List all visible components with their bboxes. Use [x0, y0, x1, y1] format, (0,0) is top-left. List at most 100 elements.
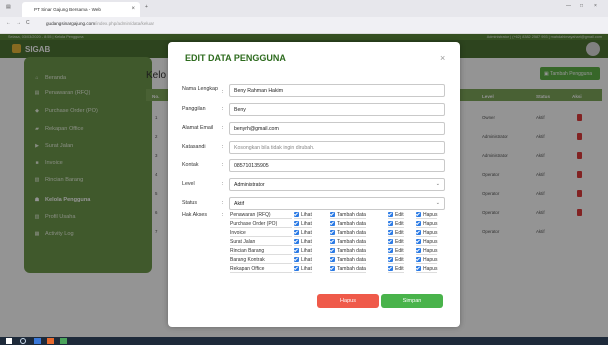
permission-hapus[interactable]: Hapus	[416, 221, 438, 228]
permission-lihat[interactable]: Lihat	[294, 212, 312, 219]
permission-tambah[interactable]: Tambah data	[330, 257, 366, 264]
email-field[interactable]: benyrh@gmail.com	[229, 122, 445, 135]
hak-akses-label: Hak Akses	[182, 212, 208, 218]
permission-lihat[interactable]: Lihat	[294, 230, 312, 237]
permission-tambah[interactable]: Tambah data	[330, 239, 366, 246]
permission-lihat[interactable]: Lihat	[294, 239, 312, 246]
permission-lihat-label: Lihat	[301, 230, 312, 236]
modal-close-icon[interactable]: ×	[440, 53, 445, 63]
permission-hapus-label: Hapus	[423, 221, 438, 227]
nama-lengkap-field[interactable]: Beny Rahman Hakim	[229, 84, 445, 97]
checkbox-checked-icon	[388, 257, 393, 262]
permission-edit[interactable]: Edit	[388, 266, 404, 273]
permission-edit[interactable]: Edit	[388, 257, 404, 264]
status-select[interactable]: Aktif ⌄	[229, 197, 445, 210]
app-icon[interactable]	[60, 338, 67, 344]
permission-hapus[interactable]: Hapus	[416, 257, 438, 264]
permission-hapus[interactable]: Hapus	[416, 230, 438, 237]
permission-tambah[interactable]: Tambah data	[330, 221, 366, 228]
checkbox-checked-icon	[388, 221, 393, 226]
minimize-icon[interactable]: —	[566, 3, 571, 9]
permission-lihat[interactable]: Lihat	[294, 266, 312, 273]
checkbox-checked-icon	[294, 257, 299, 262]
save-button[interactable]: Simpan	[381, 294, 443, 308]
checkbox-checked-icon	[294, 266, 299, 271]
app-icon[interactable]	[47, 338, 54, 344]
permission-lihat-label: Lihat	[301, 239, 312, 245]
permission-lihat-label: Lihat	[301, 257, 312, 263]
panggilan-label: Panggilan	[182, 106, 206, 112]
window-menu-icon[interactable]: ▤	[6, 4, 11, 10]
permission-tambah[interactable]: Tambah data	[330, 248, 366, 255]
permission-tambah[interactable]: Tambah data	[330, 266, 366, 273]
search-icon[interactable]	[20, 338, 26, 344]
permission-edit[interactable]: Edit	[388, 248, 404, 255]
permission-hapus[interactable]: Hapus	[416, 266, 438, 273]
permission-module: Penawaran (RFQ)	[230, 212, 292, 219]
back-icon[interactable]: ←	[6, 20, 11, 26]
checkbox-checked-icon	[330, 212, 335, 217]
panggilan-field[interactable]: Beny	[229, 103, 445, 116]
start-icon[interactable]	[6, 338, 12, 344]
permission-tambah-label: Tambah data	[337, 212, 366, 218]
kontak-field[interactable]: 085710135905	[229, 159, 445, 172]
permission-module: Rincian Barang	[230, 248, 292, 255]
permission-edit[interactable]: Edit	[388, 239, 404, 246]
new-tab-icon[interactable]: +	[145, 4, 148, 10]
permission-tambah[interactable]: Tambah data	[330, 230, 366, 237]
permission-edit-label: Edit	[395, 230, 404, 236]
permission-hapus[interactable]: Hapus	[416, 212, 438, 219]
maximize-icon[interactable]: □	[580, 3, 583, 9]
katasandi-label: Katasandi	[182, 144, 206, 150]
permission-lihat-label: Lihat	[301, 221, 312, 227]
permission-module: Purchase Order (PO)	[230, 221, 292, 228]
checkbox-checked-icon	[294, 248, 299, 253]
permission-hapus-label: Hapus	[423, 266, 438, 272]
permission-edit-label: Edit	[395, 212, 404, 218]
checkbox-checked-icon	[416, 212, 421, 217]
checkbox-checked-icon	[416, 221, 421, 226]
permission-lihat[interactable]: Lihat	[294, 221, 312, 228]
permission-tambah[interactable]: Tambah data	[330, 212, 366, 219]
checkbox-checked-icon	[416, 248, 421, 253]
permission-lihat[interactable]: Lihat	[294, 257, 312, 264]
level-label: Level	[182, 181, 195, 187]
forward-icon[interactable]: →	[16, 20, 21, 26]
tab-close-icon[interactable]: ×	[131, 6, 135, 12]
permission-hapus[interactable]: Hapus	[416, 248, 438, 255]
checkbox-checked-icon	[330, 257, 335, 262]
window-close-icon[interactable]: ×	[594, 3, 597, 9]
permission-edit-label: Edit	[395, 221, 404, 227]
delete-button[interactable]: Hapus	[317, 294, 379, 308]
permission-tambah-label: Tambah data	[337, 257, 366, 263]
permission-tambah-label: Tambah data	[337, 266, 366, 272]
os-taskbar	[0, 337, 608, 345]
address-bar[interactable]: gudangsinargajung.com/index.php/admin/da…	[46, 19, 396, 30]
colon: :	[222, 125, 224, 131]
permission-edit[interactable]: Edit	[388, 212, 404, 219]
permission-edit[interactable]: Edit	[388, 221, 404, 228]
colon: :	[222, 89, 224, 95]
permission-lihat-label: Lihat	[301, 248, 312, 254]
modal-title: EDIT DATA PENGGUNA	[185, 53, 286, 63]
permission-hapus-label: Hapus	[423, 230, 438, 236]
tab-title: PT Sinar Gajung Bersama - Web	[34, 7, 101, 12]
password-field[interactable]: Kosongkan bila tidak ingin dirubah.	[229, 141, 445, 154]
permission-hapus[interactable]: Hapus	[416, 239, 438, 246]
kontak-label: Kontak	[182, 162, 199, 168]
permission-lihat[interactable]: Lihat	[294, 248, 312, 255]
checkbox-checked-icon	[330, 239, 335, 244]
checkbox-checked-icon	[416, 266, 421, 271]
browser-tab[interactable]: PT Sinar Gajung Bersama - Web ×	[22, 2, 140, 17]
permission-edit[interactable]: Edit	[388, 230, 404, 237]
permission-tambah-label: Tambah data	[337, 239, 366, 245]
level-select[interactable]: Administrator ⌄	[229, 178, 445, 191]
checkbox-checked-icon	[294, 239, 299, 244]
reload-icon[interactable]: C	[26, 20, 30, 26]
permission-edit-label: Edit	[395, 248, 404, 254]
status-selected-value: Aktif	[234, 201, 245, 207]
nama-label: Nama Lengkap	[182, 86, 218, 92]
colon: :	[222, 181, 224, 187]
task-view-icon[interactable]	[34, 338, 41, 344]
permission-tambah-label: Tambah data	[337, 230, 366, 236]
